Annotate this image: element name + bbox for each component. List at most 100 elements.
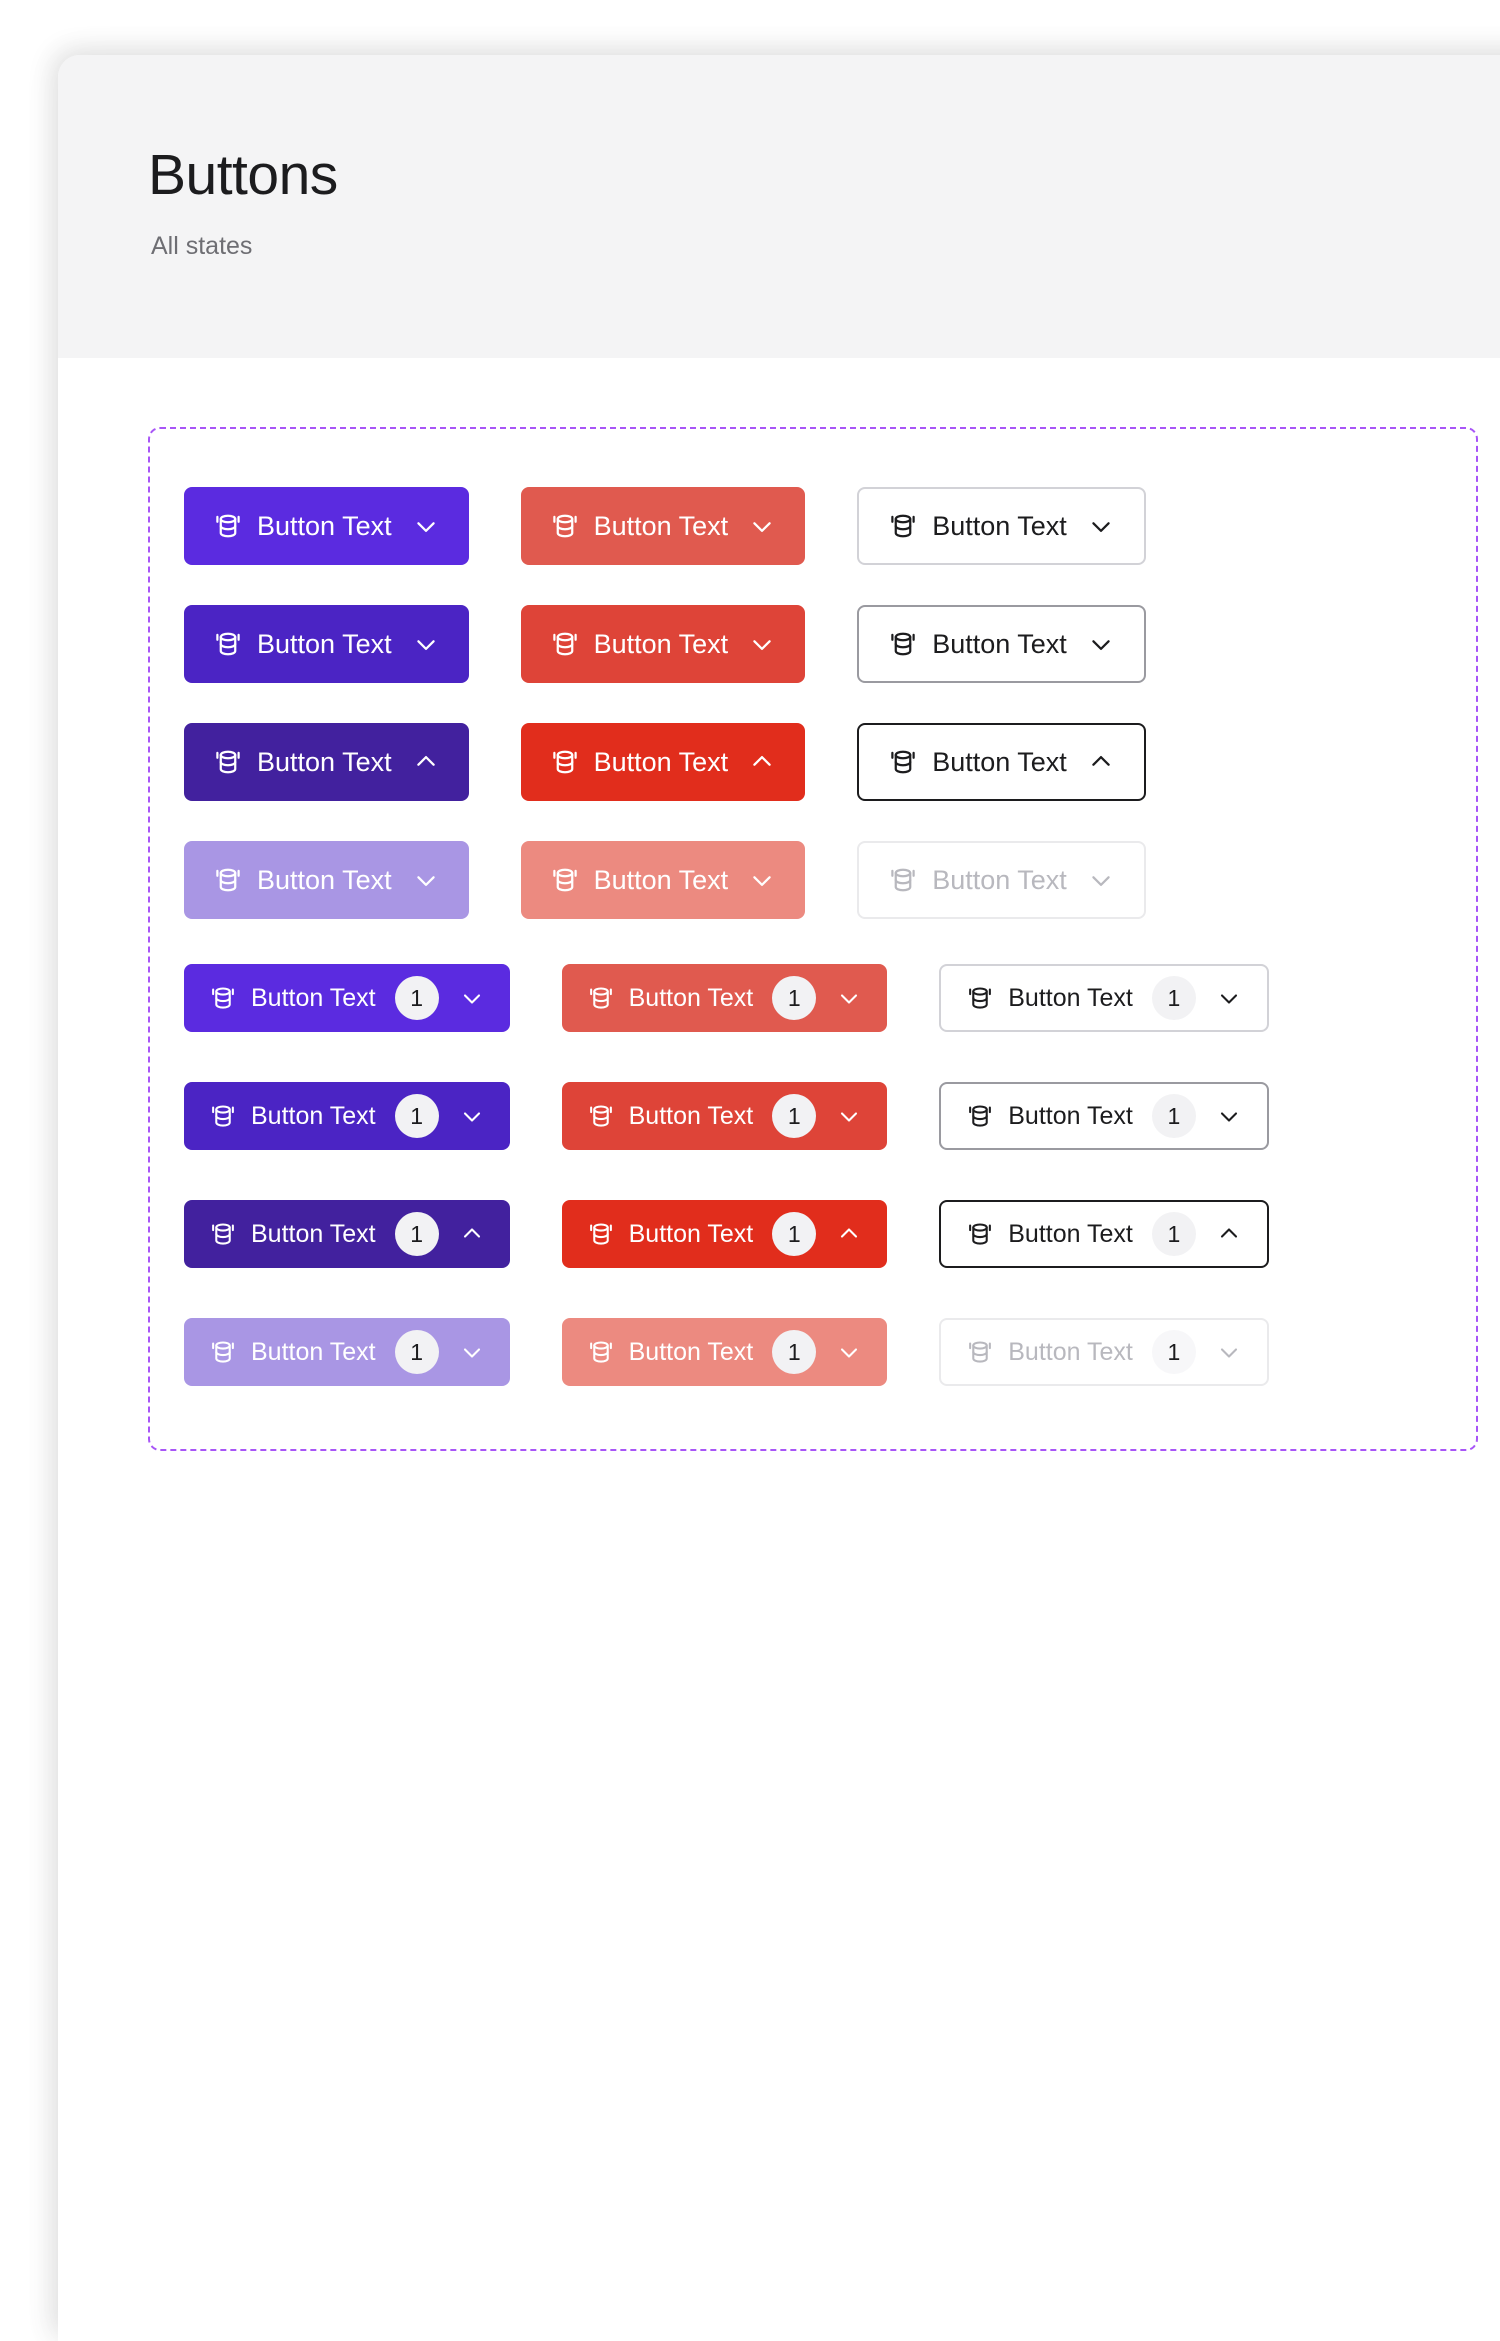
database-icon (889, 748, 917, 776)
chevron-down-icon (1217, 986, 1241, 1010)
button-purple-default[interactable]: Button Text (184, 487, 469, 565)
button-row-lg-pressed: Button Text Button Text Button Text (150, 703, 1476, 821)
button-outline-hover[interactable]: Button Text1 (939, 1082, 1269, 1150)
button-label: Button Text (932, 865, 1067, 896)
database-icon (889, 630, 917, 658)
chevron-down-icon (749, 513, 775, 539)
button-row-sm-hover: Button Text1Button Text1Button Text1 (150, 1057, 1476, 1175)
button-red-hover[interactable]: Button Text 1 (562, 1082, 888, 1150)
button-purple-disabled: Button Text (184, 841, 469, 919)
button-count-badge: 1 (395, 976, 439, 1020)
button-outline-hover[interactable]: Button Text (857, 605, 1146, 683)
button-red-pressed[interactable]: Button Text1 (562, 1200, 888, 1268)
database-icon (210, 1339, 236, 1365)
button-outline-pressed[interactable]: Button Text (857, 723, 1146, 801)
button-label: Button Text (251, 1338, 376, 1367)
database-icon (889, 512, 917, 540)
chevron-down-icon (1088, 631, 1114, 657)
chevron-down-icon (413, 513, 439, 539)
button-purple-pressed[interactable]: Button Text 1 (184, 1200, 510, 1268)
button-purple-hover[interactable]: Button Text (184, 605, 469, 683)
button-purple-default[interactable]: Button Text1 (184, 964, 510, 1032)
button-label: Button Text (257, 747, 392, 778)
button-count-badge: 1 (772, 1094, 816, 1138)
button-label: Button Text (1008, 1338, 1133, 1367)
button-purple-hover[interactable]: Button Text 1 (184, 1082, 510, 1150)
button-label: Button Text (251, 1102, 376, 1131)
chevron-down-icon (413, 867, 439, 893)
database-icon (967, 1103, 993, 1129)
button-purple-pressed[interactable]: Button Text (184, 723, 469, 801)
button-count-badge: 1 (772, 976, 816, 1020)
buttons-showcase-card: Buttons All states Button TextButton Tex… (58, 55, 1500, 2341)
chevron-up-icon (749, 749, 775, 775)
button-label: Button Text (594, 747, 729, 778)
chevron-down-icon (749, 867, 775, 893)
button-label: Button Text (251, 1220, 376, 1249)
chevron-up-icon (413, 749, 439, 775)
database-icon (210, 1103, 236, 1129)
database-icon (588, 985, 614, 1011)
card-header: Buttons All states (58, 55, 1500, 358)
chevron-down-icon (413, 631, 439, 657)
button-label: Button Text (257, 629, 392, 660)
button-count-badge: 1 (395, 1094, 439, 1138)
chevron-down-icon (1217, 1340, 1241, 1364)
database-icon (551, 866, 579, 894)
database-icon (967, 1339, 993, 1365)
chevron-down-icon (1088, 513, 1114, 539)
chevron-down-icon (1217, 1104, 1241, 1128)
button-red-hover[interactable]: Button Text (521, 605, 806, 683)
button-label: Button Text (629, 1338, 754, 1367)
chevron-down-icon (837, 1340, 861, 1364)
button-row-sm-default: Button Text1Button Text1Button Text1 (150, 939, 1476, 1057)
button-label: Button Text (257, 511, 392, 542)
button-row-sm-disabled: Button Text1Button Text1Button Text1 (150, 1293, 1476, 1411)
chevron-down-icon (749, 631, 775, 657)
button-outline-pressed[interactable]: Button Text1 (939, 1200, 1269, 1268)
button-label: Button Text (594, 865, 729, 896)
database-icon (551, 512, 579, 540)
button-label: Button Text (1008, 984, 1133, 1013)
database-icon (214, 748, 242, 776)
button-red-disabled: Button Text (521, 841, 806, 919)
database-icon (214, 630, 242, 658)
chevron-down-icon (460, 1104, 484, 1128)
button-label: Button Text (594, 511, 729, 542)
button-row-lg-default: Button Text Button Text Button Text (150, 467, 1476, 585)
button-row-lg-disabled: Button Text Button Text Button Text (150, 821, 1476, 939)
button-count-badge: 1 (772, 1212, 816, 1256)
chevron-down-icon (460, 986, 484, 1010)
page-title: Buttons (148, 147, 1500, 204)
database-icon (214, 512, 242, 540)
database-icon (214, 866, 242, 894)
button-outline-disabled: Button Text (857, 841, 1146, 919)
button-red-default[interactable]: Button Text (521, 487, 806, 565)
database-icon (551, 748, 579, 776)
buttons-dashed-frame: Button TextButton TextButton TextButton … (148, 427, 1478, 1451)
button-label: Button Text (932, 629, 1067, 660)
button-count-badge: 1 (395, 1212, 439, 1256)
database-icon (588, 1103, 614, 1129)
button-purple-disabled: Button Text 1 (184, 1318, 510, 1386)
button-count-badge: 1 (395, 1330, 439, 1374)
button-outline-default[interactable]: Button Text (857, 487, 1146, 565)
button-red-pressed[interactable]: Button Text (521, 723, 806, 801)
button-label: Button Text (257, 865, 392, 896)
chevron-up-icon (1088, 749, 1114, 775)
chevron-up-icon (1217, 1222, 1241, 1246)
chevron-up-icon (837, 1222, 861, 1246)
database-icon (210, 985, 236, 1011)
button-count-badge: 1 (772, 1330, 816, 1374)
database-icon (967, 985, 993, 1011)
button-count-badge: 1 (1152, 976, 1196, 1020)
button-outline-disabled: Button Text1 (939, 1318, 1269, 1386)
button-label: Button Text (629, 1102, 754, 1131)
button-row-lg-hover: Button Text Button Text Button Text (150, 585, 1476, 703)
button-red-default[interactable]: Button Text1 (562, 964, 888, 1032)
chevron-down-icon (460, 1340, 484, 1364)
button-outline-default[interactable]: Button Text 1 (939, 964, 1269, 1032)
database-icon (210, 1221, 236, 1247)
button-label: Button Text (932, 511, 1067, 542)
button-label: Button Text (1008, 1102, 1133, 1131)
